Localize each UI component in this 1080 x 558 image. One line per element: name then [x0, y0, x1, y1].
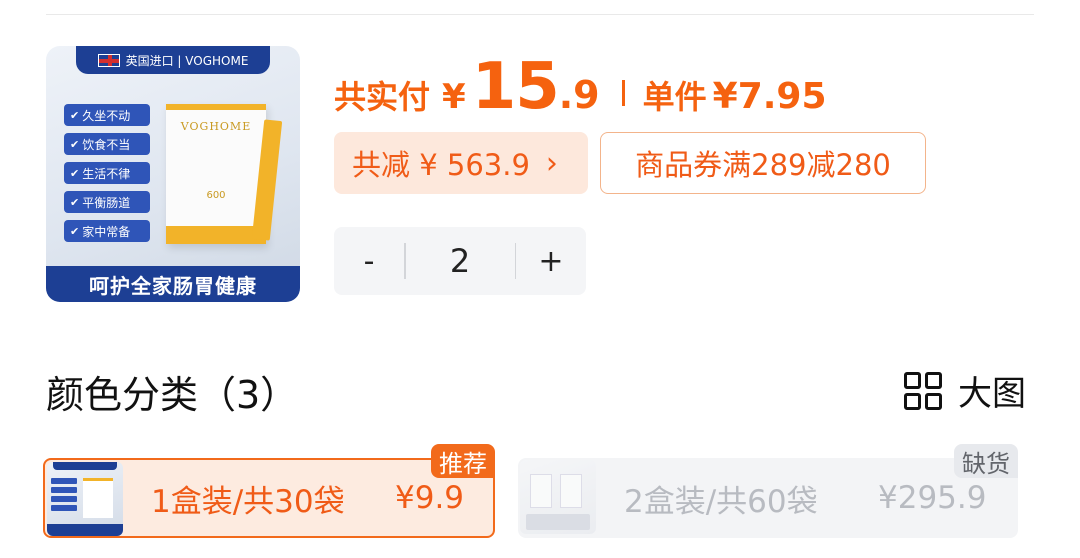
thumb-tag: ✔ 饮食不当 [64, 133, 150, 155]
thumb-banner: 英国进口 | VOGHOME [76, 46, 270, 74]
variant-thumbnail [520, 460, 596, 534]
check-icon: ✔ [70, 137, 80, 151]
out-of-stock-badge: 缺货 [954, 444, 1018, 478]
thumb-tag-label: 饮食不当 [82, 137, 131, 152]
currency-symbol: ¥ [442, 77, 466, 117]
uk-flag-icon [97, 53, 120, 67]
top-divider [46, 14, 1034, 15]
price-row: 共实付 ¥ 15 .9 单件 ¥7.95 [334, 50, 827, 124]
decrement-button[interactable]: - [334, 227, 404, 295]
check-icon: ✔ [70, 108, 80, 122]
large-view-toggle[interactable]: 大图 [904, 366, 1026, 415]
discount-details-button[interactable]: 共减 ¥ 563.9 › [334, 132, 588, 194]
section-title: 颜色分类（3） [46, 373, 299, 417]
quantity-stepper: - 2 + [334, 227, 586, 295]
variant-option-2[interactable]: 2盒装/共60袋 ¥295.9 缺货 [518, 444, 1018, 538]
recommended-badge: 推荐 [431, 444, 495, 478]
chevron-right-icon: › [545, 145, 558, 181]
grid-icon [904, 371, 942, 410]
unit-price: ¥7.95 [712, 76, 827, 117]
box-stripe [166, 226, 266, 244]
product-box-illustration: VOGHOME 600 [166, 104, 266, 244]
thumb-footer: 呵护全家肠胃健康 [46, 266, 300, 302]
thumb-tag: ✔ 久坐不动 [64, 104, 150, 126]
variant-price: ¥9.9 [395, 480, 465, 516]
discount-label: 共减 ¥ 563.9 [352, 148, 530, 182]
box-brand: VOGHOME [180, 120, 252, 133]
product-image[interactable]: 英国进口 | VOGHOME ✔ 久坐不动 ✔ 饮食不当 ✔ 生活不律 ✔ 平衡肠道 ✔… [46, 46, 300, 302]
thumb-tag-label: 平衡肠道 [82, 195, 131, 210]
total-price-dec: .9 [558, 73, 600, 117]
unit-label: 单件 [642, 78, 707, 116]
thumb-tag-label: 家中常备 [82, 224, 131, 239]
variant-option-1[interactable]: 1盒装/共30袋 ¥9.9 推荐 [43, 444, 495, 538]
check-icon: ✔ [70, 224, 80, 238]
check-icon: ✔ [70, 166, 80, 180]
thumb-banner-text: 英国进口 | VOGHOME [125, 53, 249, 68]
quantity-value[interactable]: 2 [406, 242, 515, 280]
view-toggle-label: 大图 [958, 374, 1026, 414]
box-number: 600 [206, 190, 226, 201]
thumb-tag: ✔ 平衡肠道 [64, 191, 150, 213]
thumb-tags: ✔ 久坐不动 ✔ 饮食不当 ✔ 生活不律 ✔ 平衡肠道 ✔ 家中常备 [64, 104, 150, 242]
thumb-tag: ✔ 生活不律 [64, 162, 150, 184]
thumb-tag-label: 生活不律 [82, 166, 131, 181]
price-separator [621, 80, 625, 106]
total-price-int: 15 [471, 50, 560, 124]
increment-button[interactable]: + [516, 227, 586, 295]
variant-thumbnail [47, 462, 123, 536]
coupon-badge[interactable]: 商品券满289减280 [600, 132, 926, 194]
variant-price: ¥295.9 [878, 480, 987, 516]
thumb-tag-label: 久坐不动 [82, 108, 131, 123]
variant-label: 2盒装/共60袋 [624, 483, 818, 520]
variant-label: 1盒装/共30袋 [151, 483, 345, 520]
total-label: 共实付 [334, 78, 431, 116]
thumb-tag: ✔ 家中常备 [64, 220, 150, 242]
check-icon: ✔ [70, 195, 80, 209]
